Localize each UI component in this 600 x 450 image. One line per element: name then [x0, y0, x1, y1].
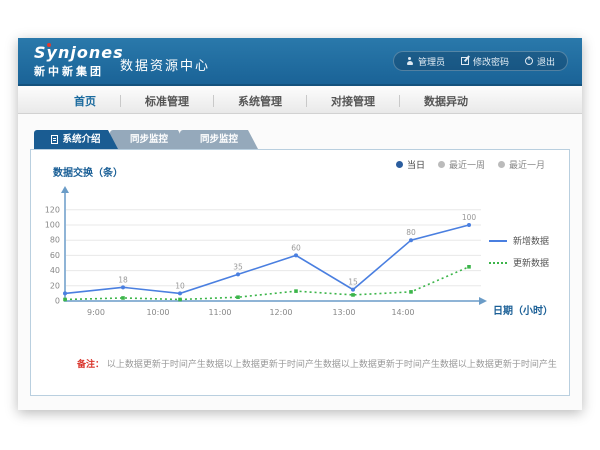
svg-text:14:00: 14:00: [391, 308, 414, 317]
chart-panel: 当日 最近一周 最近一月 数据交换（条） 0 20 40 60 80 100 120 9:00…: [30, 149, 570, 396]
page-title: 数据资源中心: [120, 55, 210, 74]
edit-icon: [461, 57, 469, 65]
svg-text:0: 0: [55, 297, 60, 306]
user-account-label: 管理员: [418, 55, 445, 68]
legend-item-new-data: 新增数据: [489, 234, 549, 247]
filter-last-week[interactable]: 最近一周: [438, 158, 485, 171]
user-account-button[interactable]: 管理员: [406, 55, 445, 68]
tab-bar: 系统介绍 同步监控 同步监控: [34, 130, 570, 149]
logo-red-dot-icon: [47, 43, 51, 47]
legend-line-dotted-icon: [489, 262, 507, 264]
radio-icon: [498, 161, 505, 168]
tab-system-intro[interactable]: 系统介绍: [34, 130, 118, 149]
tab-sync-monitor-2-label: 同步监控: [200, 130, 238, 149]
svg-text:20: 20: [50, 281, 60, 290]
nav-item-home[interactable]: 首页: [50, 93, 120, 109]
filter-last-week-label: 最近一周: [449, 158, 485, 171]
svg-text:10: 10: [175, 281, 185, 290]
nav-item-system-mgmt[interactable]: 系统管理: [214, 93, 306, 109]
svg-text:60: 60: [291, 243, 301, 252]
radio-selected-icon: [396, 161, 403, 168]
legend-line-solid-icon: [489, 240, 507, 242]
tab-system-intro-label: 系统介绍: [62, 130, 100, 149]
filter-today-label: 当日: [407, 158, 425, 171]
svg-text:9:00: 9:00: [87, 308, 105, 317]
svg-text:35: 35: [233, 262, 243, 271]
main-nav: 首页 标准管理 系统管理 对接管理 数据异动: [18, 88, 582, 114]
document-icon: [51, 135, 58, 144]
app-window: Synjones 新中新集团 数据资源中心 管理员 修改密码 退出 首页 标准管…: [18, 38, 582, 410]
logo-company: 新中新集团: [34, 63, 124, 79]
chart-legend: 新增数据 更新数据: [489, 234, 549, 269]
logout-button[interactable]: 退出: [525, 55, 555, 68]
svg-text:120: 120: [45, 205, 60, 214]
svg-text:100: 100: [45, 221, 60, 230]
time-range-filters: 当日 最近一周 最近一月: [396, 158, 545, 171]
nav-item-data-change[interactable]: 数据异动: [400, 93, 492, 109]
svg-text:11:00: 11:00: [208, 308, 231, 317]
power-icon: [525, 57, 533, 65]
footnote: 备注： 以上数据更新于时间产生数据以上数据更新于时间产生数据以上数据更新于时间产…: [77, 357, 557, 370]
logo-brand: Synjones: [34, 45, 124, 61]
nav-item-standard-mgmt[interactable]: 标准管理: [121, 93, 213, 109]
svg-text:80: 80: [50, 236, 60, 245]
line-chart: 0 20 40 60 80 100 120 9:00 10:00 11:00 12:00 13:00 1…: [31, 183, 531, 323]
filter-last-month-label: 最近一月: [509, 158, 545, 171]
svg-text:18: 18: [118, 275, 128, 284]
app-header: Synjones 新中新集团 数据资源中心 管理员 修改密码 退出: [18, 38, 582, 86]
svg-text:15: 15: [348, 278, 358, 287]
svg-text:60: 60: [50, 251, 60, 260]
radio-icon: [438, 161, 445, 168]
user-menu: 管理员 修改密码 退出: [393, 51, 568, 71]
user-icon: [406, 57, 414, 65]
footnote-label: 备注：: [77, 360, 104, 370]
y-axis-title: 数据交换（条）: [53, 164, 123, 179]
filter-last-month[interactable]: 最近一月: [498, 158, 545, 171]
logout-label: 退出: [537, 55, 555, 68]
change-password-button[interactable]: 修改密码: [461, 55, 509, 68]
change-password-label: 修改密码: [473, 55, 509, 68]
svg-text:10:00: 10:00: [146, 308, 169, 317]
logo: Synjones 新中新集团: [34, 45, 124, 79]
legend-item-updated-data: 更新数据: [489, 256, 549, 269]
x-axis-title: 日期（小时）: [493, 302, 553, 317]
content-panel: 系统介绍 同步监控 同步监控 当日 最近一周: [30, 130, 570, 396]
svg-text:12:00: 12:00: [269, 308, 292, 317]
footnote-text: 以上数据更新于时间产生数据以上数据更新于时间产生数据以上数据更新于时间产生数据以…: [107, 360, 557, 370]
tab-sync-monitor-1-label: 同步监控: [130, 130, 168, 149]
filter-today[interactable]: 当日: [396, 158, 425, 171]
tab-sync-monitor-2[interactable]: 同步监控: [180, 130, 258, 149]
svg-text:100: 100: [462, 213, 477, 222]
legend-new-data-label: 新增数据: [513, 234, 549, 247]
legend-updated-data-label: 更新数据: [513, 256, 549, 269]
nav-item-connect-mgmt[interactable]: 对接管理: [307, 93, 399, 109]
svg-text:40: 40: [50, 266, 60, 275]
tab-sync-monitor-1[interactable]: 同步监控: [110, 130, 188, 149]
svg-text:13:00: 13:00: [332, 308, 355, 317]
svg-text:80: 80: [406, 228, 416, 237]
